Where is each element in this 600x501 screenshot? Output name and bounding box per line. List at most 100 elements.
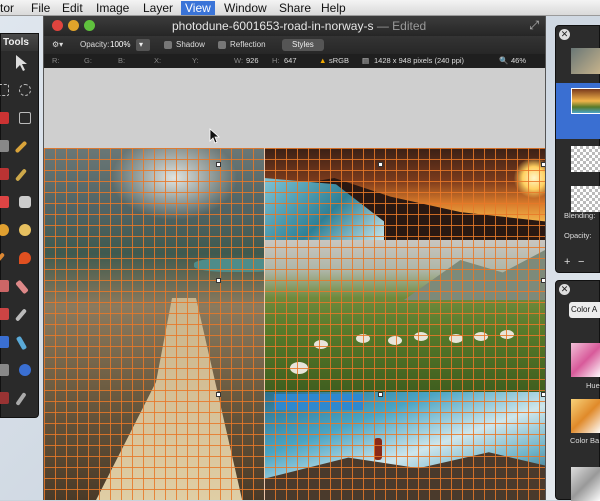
mouse-cursor-icon: [209, 128, 221, 144]
styles-button[interactable]: Styles: [282, 39, 324, 51]
menu-help[interactable]: Help: [321, 1, 346, 15]
layers-panel: ✕ Blending: Opacity: + −: [555, 25, 600, 273]
menu-layer[interactable]: Layer: [143, 1, 173, 15]
fullscreen-icon[interactable]: ⤢: [529, 18, 539, 33]
stamp-tool-icon[interactable]: [19, 196, 31, 208]
options-toolbar: ⚙▾ Opacity: 100% ▾ Shadow Reflection Sty…: [44, 36, 545, 54]
w-label: W:: [234, 56, 244, 65]
opacity-value[interactable]: 100%: [110, 40, 130, 49]
gray-preset-swatch[interactable]: [571, 467, 600, 501]
reflection-checkbox[interactable]: [218, 41, 226, 49]
y-label: Y:: [192, 56, 199, 65]
layer-seam: [264, 148, 265, 500]
transform-handle-bottom[interactable]: [216, 392, 221, 397]
lasso-color-icon[interactable]: [0, 112, 9, 124]
color-balance-preset-swatch[interactable]: [571, 399, 600, 433]
menu-edit[interactable]: Edit: [62, 1, 83, 15]
polygon-lasso-icon[interactable]: [19, 112, 31, 124]
sharpen-tool-icon[interactable]: [15, 335, 28, 351]
colorspace-icon: ▲: [319, 56, 327, 65]
crop-tool-icon[interactable]: [0, 140, 9, 152]
sponge-tool-icon[interactable]: [0, 224, 9, 236]
color-balance-preset-label: Color Ba: [570, 436, 600, 445]
r-label: R:: [52, 56, 60, 65]
paintbrush-tool-icon[interactable]: [14, 168, 28, 182]
shape-ellipse-icon[interactable]: [19, 364, 31, 376]
image-canvas[interactable]: [44, 148, 545, 500]
transform-handle-middle[interactable]: [216, 278, 221, 283]
zoom-window-button[interactable]: [84, 20, 95, 31]
transform-handle-right-bottom[interactable]: [541, 392, 545, 397]
blending-label: Blending:: [564, 211, 596, 220]
menu-window[interactable]: Window: [224, 1, 267, 15]
close-adjustments-panel-icon[interactable]: ✕: [559, 284, 570, 295]
layer-opacity-label: Opacity:: [564, 231, 592, 240]
shape-tool-icon[interactable]: [0, 196, 9, 208]
adjustments-panel: ✕ Color A Hue Color Ba: [555, 280, 600, 501]
info-bar: R: G: B: X: Y: W: 926 H: 647 ▲ sRGB ▤ 14…: [44, 54, 545, 68]
shadow-checkbox[interactable]: [164, 41, 172, 49]
red-tool-icon[interactable]: [0, 308, 9, 320]
blur-tool-icon[interactable]: [0, 336, 9, 348]
opacity-stepper[interactable]: ▾: [136, 39, 150, 51]
layer-thumbnail-collage[interactable]: [571, 88, 600, 114]
b-label: B:: [118, 56, 126, 65]
ellipse-marquee-icon[interactable]: [19, 84, 31, 96]
transform-handle-right-top[interactable]: [541, 162, 545, 167]
h-label: H:: [272, 56, 280, 65]
layer-thumbnail-road[interactable]: [571, 48, 600, 74]
menu-file[interactable]: File: [31, 1, 50, 15]
text-tool-icon[interactable]: [0, 364, 9, 376]
zoom-value[interactable]: 46%: [511, 56, 526, 65]
marquee-tool-icon[interactable]: [0, 84, 9, 96]
document-edited-status: — Edited: [376, 19, 427, 33]
remove-layer-button[interactable]: −: [578, 256, 584, 268]
colorspace-value: sRGB: [329, 56, 350, 65]
close-layers-panel-icon[interactable]: ✕: [559, 29, 570, 40]
heal-tool-icon[interactable]: [0, 280, 9, 292]
document-filename: photodune-6001653-road-in-norway-s: [172, 19, 374, 33]
layer-thumbnail-transparent[interactable]: [571, 186, 600, 212]
menu-bar: tor File Edit Image Layer View Window Sh…: [0, 0, 600, 16]
hue-preset-label: Hue: [586, 381, 600, 390]
menu-image[interactable]: Image: [96, 1, 129, 15]
document-icon: ▤: [362, 56, 370, 65]
move-tool-icon[interactable]: [15, 54, 29, 72]
adjustments-dropdown[interactable]: Color A: [569, 302, 600, 318]
menu-view[interactable]: View: [181, 1, 215, 15]
burn-tool-icon[interactable]: [19, 252, 31, 264]
window-title: photodune-6001653-road-in-norway-s — Edi…: [172, 19, 426, 33]
transform-handle-right-middle[interactable]: [541, 278, 545, 283]
tools-title: Tools: [1, 34, 38, 51]
menu-share[interactable]: Share: [279, 1, 311, 15]
menu-app-name[interactable]: tor: [0, 1, 14, 15]
minimize-window-button[interactable]: [68, 20, 79, 31]
smudge-tool-icon[interactable]: [0, 252, 6, 266]
close-window-button[interactable]: [52, 20, 63, 31]
eyedropper-tool-icon[interactable]: [15, 392, 27, 406]
opacity-label: Opacity:: [80, 40, 110, 49]
transform-handle-top-right[interactable]: [378, 162, 383, 167]
zoom-tool-icon[interactable]: [0, 392, 9, 404]
g-label: G:: [84, 56, 92, 65]
transform-handle-top[interactable]: [216, 162, 221, 167]
shadow-label: Shadow: [176, 40, 205, 49]
tools-palette: Tools: [0, 33, 39, 418]
layer-thumbnail-transparent[interactable]: [571, 146, 600, 172]
document-window: photodune-6001653-road-in-norway-s — Edi…: [43, 16, 546, 500]
add-layer-button[interactable]: +: [564, 256, 570, 268]
window-titlebar: photodune-6001653-road-in-norway-s — Edi…: [44, 16, 545, 36]
transform-handle-bottom-right[interactable]: [378, 392, 383, 397]
eraser-tool-icon[interactable]: [15, 279, 29, 295]
grid-overlay: [44, 148, 545, 500]
gear-icon[interactable]: ⚙▾: [52, 40, 63, 49]
x-label: X:: [154, 56, 162, 65]
zoom-icon: 🔍: [499, 56, 509, 65]
brush-tool-icon[interactable]: [0, 168, 9, 180]
paint-bucket-icon[interactable]: [19, 224, 31, 236]
reflection-label: Reflection: [230, 40, 266, 49]
hue-preset-swatch[interactable]: [571, 343, 600, 377]
pen-tool-icon[interactable]: [14, 308, 28, 322]
height-value: 647: [284, 56, 297, 65]
pencil-tool-icon[interactable]: [14, 140, 28, 154]
